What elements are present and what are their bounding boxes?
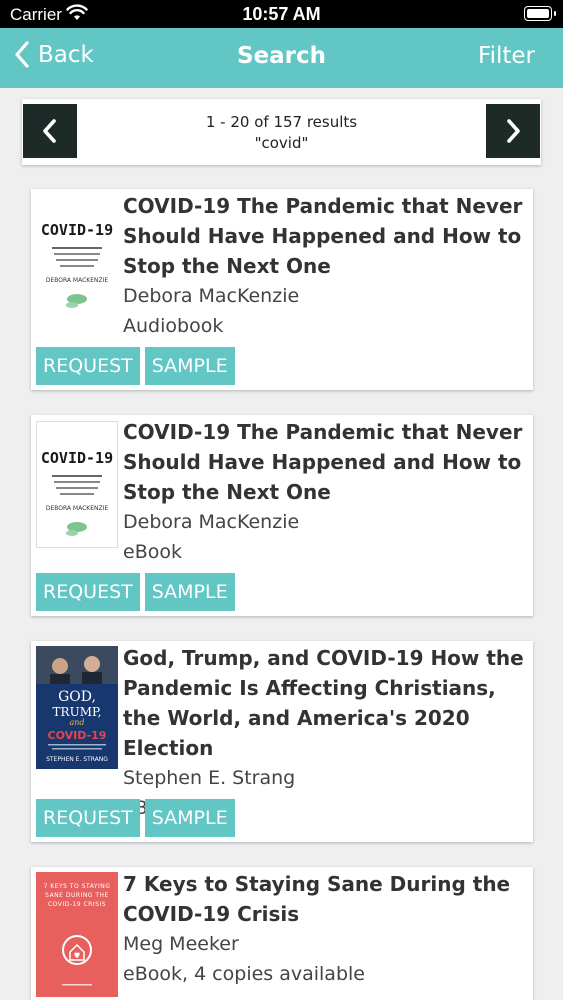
battery-icon — [524, 6, 556, 21]
chevron-left-icon — [43, 119, 56, 143]
result-actions: REQUEST SAMPLE — [36, 347, 240, 385]
chevron-right-icon — [507, 119, 520, 143]
cover-author: STEPHEN E. STRANG — [46, 756, 108, 763]
seven-keys-cover-image: 7 KEYS TO STAYING SANE DURING THE COVID-… — [36, 872, 118, 997]
result-meta: COVID-19 The Pandemic that Never Should … — [123, 191, 525, 341]
cover-title: COVID-19 — [41, 449, 113, 467]
filter-button[interactable]: Filter — [478, 43, 535, 69]
sample-button[interactable]: SAMPLE — [144, 799, 235, 837]
request-button[interactable]: REQUEST — [36, 347, 140, 385]
cover-author: DEBORA MACKENZIE — [46, 277, 109, 284]
god-trump-cover-image: GOD, TRUMP, and COVID-19 STEPHEN E. STRA… — [36, 646, 118, 769]
book-cover: GOD, TRUMP, and COVID-19 STEPHEN E. STRA… — [36, 646, 118, 769]
result-card[interactable]: GOD, TRUMP, and COVID-19 STEPHEN E. STRA… — [31, 641, 533, 842]
book-format: eBook, 4 copies available — [123, 963, 365, 985]
result-actions: REQUEST SAMPLE — [36, 799, 240, 837]
book-title[interactable]: COVID-19 The Pandemic that Never Should … — [123, 191, 525, 281]
result-card[interactable]: 7 KEYS TO STAYING SANE DURING THE COVID-… — [31, 867, 533, 1000]
cover-word: COVID-19 — [48, 729, 107, 742]
covid-cover-image: COVID-19 DEBORA MACKENZIE — [36, 421, 118, 548]
cover-word: GOD, — [58, 689, 96, 705]
result-card[interactable]: COVID-19 DEBORA MACKENZIE COVID-19 The P… — [31, 189, 533, 390]
status-bar: Carrier 10:57 AM — [0, 0, 563, 28]
results-info: 1 - 20 of 157 results "covid" — [82, 112, 481, 154]
result-actions: REQUEST SAMPLE — [36, 573, 240, 611]
book-title[interactable]: 7 Keys to Staying Sane During the COVID-… — [123, 869, 525, 929]
results-range: 1 - 20 of 157 results — [205, 113, 358, 131]
book-format: Audiobook — [123, 315, 224, 337]
book-author: Stephen E. Strang — [123, 767, 296, 789]
book-cover: 7 KEYS TO STAYING SANE DURING THE COVID-… — [36, 872, 118, 997]
request-button[interactable]: REQUEST — [36, 799, 140, 837]
sample-button[interactable]: SAMPLE — [144, 573, 235, 611]
book-title[interactable]: God, Trump, and COVID-19 How the Pandemi… — [123, 643, 525, 763]
cover-author: DEBORA MACKENZIE — [46, 505, 109, 512]
book-format: eBook — [123, 541, 182, 563]
book-author: Debora MacKenzie — [123, 511, 300, 533]
search-query: "covid" — [254, 134, 309, 152]
book-author: Debora MacKenzie — [123, 285, 300, 307]
covid-cover-image: COVID-19 DEBORA MACKENZIE — [36, 195, 118, 322]
cover-title: 7 KEYS TO STAYING SANE DURING THE COVID-… — [43, 883, 111, 908]
result-meta: 7 Keys to Staying Sane During the COVID-… — [123, 869, 525, 989]
result-meta: God, Trump, and COVID-19 How the Pandemi… — [123, 643, 525, 823]
request-button[interactable]: REQUEST — [36, 573, 140, 611]
result-card[interactable]: COVID-19 DEBORA MACKENZIE COVID-19 The P… — [31, 415, 533, 616]
book-cover: COVID-19 DEBORA MACKENZIE — [36, 195, 118, 322]
cover-word: and — [69, 718, 84, 727]
previous-page-button[interactable] — [23, 104, 77, 158]
results-pager: 1 - 20 of 157 results "covid" — [22, 99, 541, 165]
nav-bar: Back Search Filter — [0, 28, 563, 88]
clock: 10:57 AM — [242, 4, 321, 24]
cover-word: TRUMP, — [53, 705, 102, 719]
book-cover: COVID-19 DEBORA MACKENZIE — [36, 421, 118, 548]
cover-title: COVID-19 — [41, 221, 113, 239]
book-author: Meg Meeker — [123, 933, 239, 955]
sample-button[interactable]: SAMPLE — [144, 347, 235, 385]
book-title[interactable]: COVID-19 The Pandemic that Never Should … — [123, 417, 525, 507]
next-page-button[interactable] — [486, 104, 540, 158]
result-meta: COVID-19 The Pandemic that Never Should … — [123, 417, 525, 567]
